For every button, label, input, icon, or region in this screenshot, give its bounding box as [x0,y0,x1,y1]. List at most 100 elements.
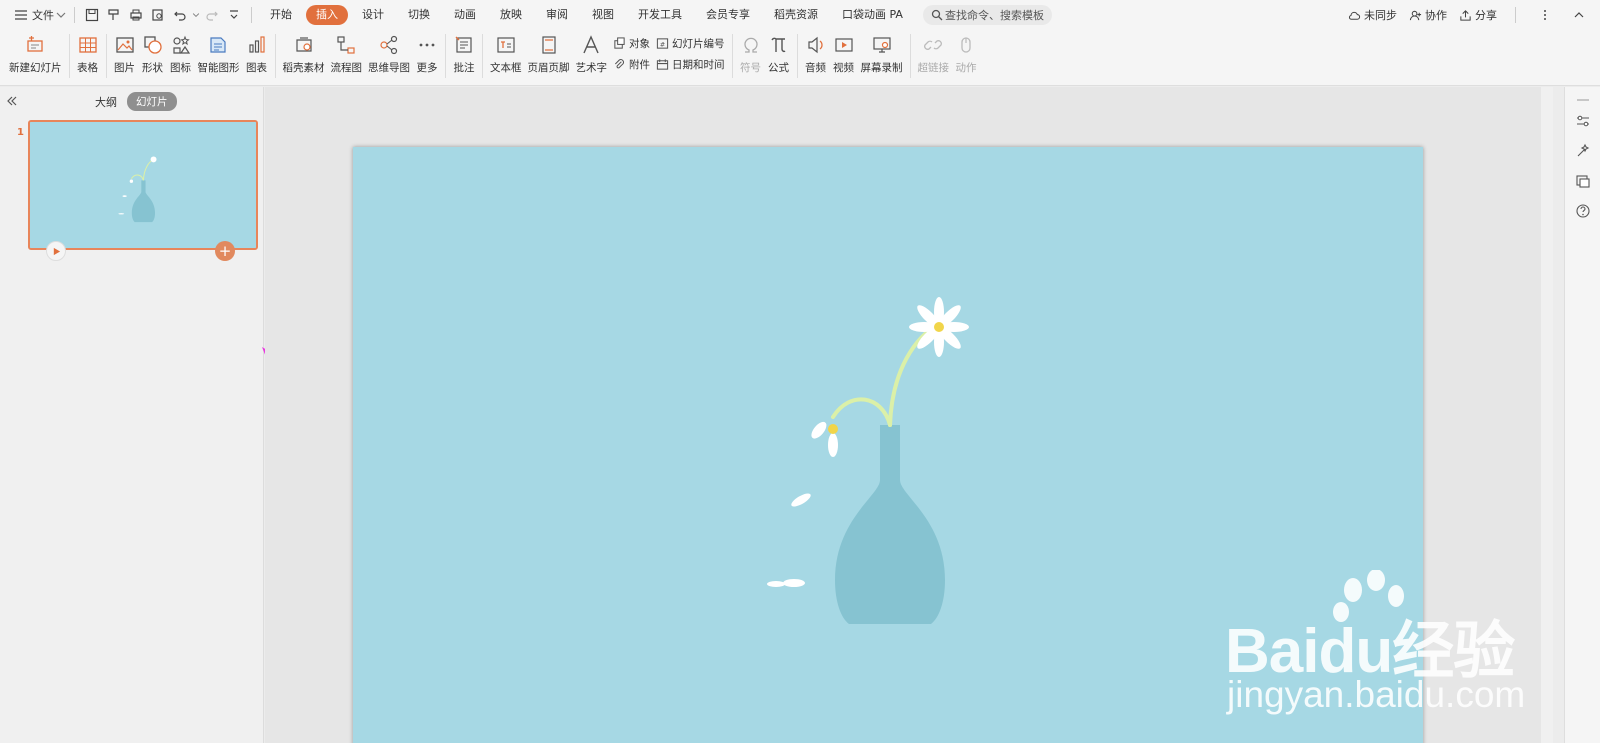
tab-outline[interactable]: 大纲 [95,94,117,110]
tab-transitions[interactable]: 切换 [398,5,440,25]
attachment-button[interactable]: 附件 [613,57,650,72]
chart-button[interactable]: 图表 [246,30,268,80]
tab-member[interactable]: 会员专享 [696,5,760,25]
comment-button[interactable]: 批注 [453,30,475,80]
video-button[interactable]: 视频 [833,30,855,80]
slide-layout-icon[interactable] [1575,173,1591,189]
paperclip-icon [614,59,624,69]
calendar-icon [656,59,669,70]
table-label: 表格 [77,62,98,74]
tab-slides[interactable]: 幻灯片 [127,92,177,111]
tab-insert[interactable]: 插入 [306,5,348,25]
icon-label: 图标 [170,62,191,74]
undo-icon[interactable] [169,4,191,26]
mindmap-button[interactable]: 思维导图 [368,30,410,80]
tab-design[interactable]: 设计 [352,5,394,25]
menu-bar: 文件 开始 插入 设计 切换 动画 放映 审阅 视图 开发工具 会员专享 稻壳资… [0,0,1600,30]
action-button[interactable]: 动作 [955,30,977,80]
slide-number-button[interactable]: # 幻灯片编号 [656,36,725,51]
collapse-panel-icon[interactable] [4,93,20,109]
flowchart-button[interactable]: 流程图 [331,30,362,80]
sync-button[interactable]: 未同步 [1348,7,1397,23]
object-attachment-group: 对象 附件 [613,30,650,72]
command-search[interactable]: 查找命令、搜索模板 [922,5,1052,25]
symbol-button[interactable]: 符号 [740,30,762,80]
screen-record-button[interactable]: 屏幕录制 [861,30,903,80]
object-label: 对象 [629,38,650,50]
tab-home[interactable]: 开始 [260,5,302,25]
hyperlink-button[interactable]: 超链接 [918,30,949,80]
header-footer-button[interactable]: 页眉页脚 [528,30,570,80]
redo-icon[interactable] [201,4,223,26]
tab-animations[interactable]: 动画 [444,5,486,25]
divider [796,34,798,78]
object-button[interactable]: 对象 [613,36,650,51]
vertical-scrollbar[interactable] [1541,87,1553,743]
textbox-button[interactable]: 文本框 [490,30,522,80]
user-icon [1409,10,1422,20]
video-icon [833,34,855,56]
link-icon [922,34,944,56]
file-menu[interactable]: 文件 [10,0,68,30]
more-vertical-icon[interactable] [1534,4,1556,26]
adjust-icon[interactable] [1575,113,1591,129]
add-slide-button[interactable]: + [215,241,235,261]
cloud-icon [1348,11,1361,20]
vase [835,425,945,624]
format-painter-icon[interactable] [103,4,125,26]
screen-record-label: 屏幕录制 [860,62,903,74]
print-icon[interactable] [125,4,147,26]
tab-view[interactable]: 视图 [582,5,624,25]
collapse-ribbon-icon[interactable] [1568,4,1590,26]
slide-canvas[interactable] [353,147,1423,743]
fallen-petal [767,581,785,587]
more-button[interactable]: 更多 [416,30,438,80]
divider [105,34,107,78]
divider [251,7,252,23]
thumbnail-artwork [30,122,256,248]
picture-button[interactable]: 图片 [114,30,136,80]
save-icon[interactable] [81,4,103,26]
new-slide-label: 新建幻灯片 [9,62,62,74]
tab-pocket-animation[interactable]: 口袋动画 PA [832,5,913,25]
svg-text:#: # [660,40,665,48]
divider [445,34,446,78]
docer-material-button[interactable]: 稻壳素材 [283,30,325,80]
audio-button[interactable]: 音频 [805,30,827,80]
slide-panel: 大纲 幻灯片 1 + [0,87,320,743]
magic-icon[interactable] [1575,143,1591,159]
shape-button[interactable]: 形状 [142,30,164,80]
share-button[interactable]: 分享 [1459,7,1497,23]
tab-docer-resources[interactable]: 稻壳资源 [764,5,828,25]
shape-label: 形状 [142,62,163,74]
play-slide-button[interactable] [46,241,66,261]
daisy-flower [909,297,969,357]
collaborate-button[interactable]: 协作 [1409,7,1447,23]
icon-button[interactable]: 图标 [170,30,192,80]
flowchart-icon [335,34,357,56]
new-slide-button[interactable]: 新建幻灯片 [9,30,62,80]
tab-slideshow[interactable]: 放映 [490,5,532,25]
divider [68,34,70,78]
date-time-button[interactable]: 日期和时间 [656,57,725,72]
chevron-down-icon[interactable] [191,4,201,26]
customize-dropdown-icon[interactable] [223,4,245,26]
search-placeholder: 查找命令、搜索模板 [944,9,1044,22]
right-menu: 未同步 协作 分享 [1348,0,1590,30]
wordart-button[interactable]: 艺术字 [576,30,607,80]
table-icon [77,34,99,56]
slide-number-icon: # [656,38,669,49]
fallen-petal [791,493,811,507]
print-preview-icon[interactable] [147,4,169,26]
collaborate-label: 协作 [1425,9,1447,22]
slide-thumbnail[interactable] [28,120,258,250]
symbol-label: 符号 [740,62,761,74]
table-button[interactable]: 表格 [77,30,99,80]
help-icon[interactable] [1575,203,1591,219]
formula-button[interactable]: 公式 [768,30,790,80]
docer-material-label: 稻壳素材 [282,62,325,74]
material-icon [293,34,315,56]
tab-review[interactable]: 审阅 [536,5,578,25]
smart-graphic-button[interactable]: 智能图形 [198,30,240,80]
tab-developer[interactable]: 开发工具 [628,5,692,25]
